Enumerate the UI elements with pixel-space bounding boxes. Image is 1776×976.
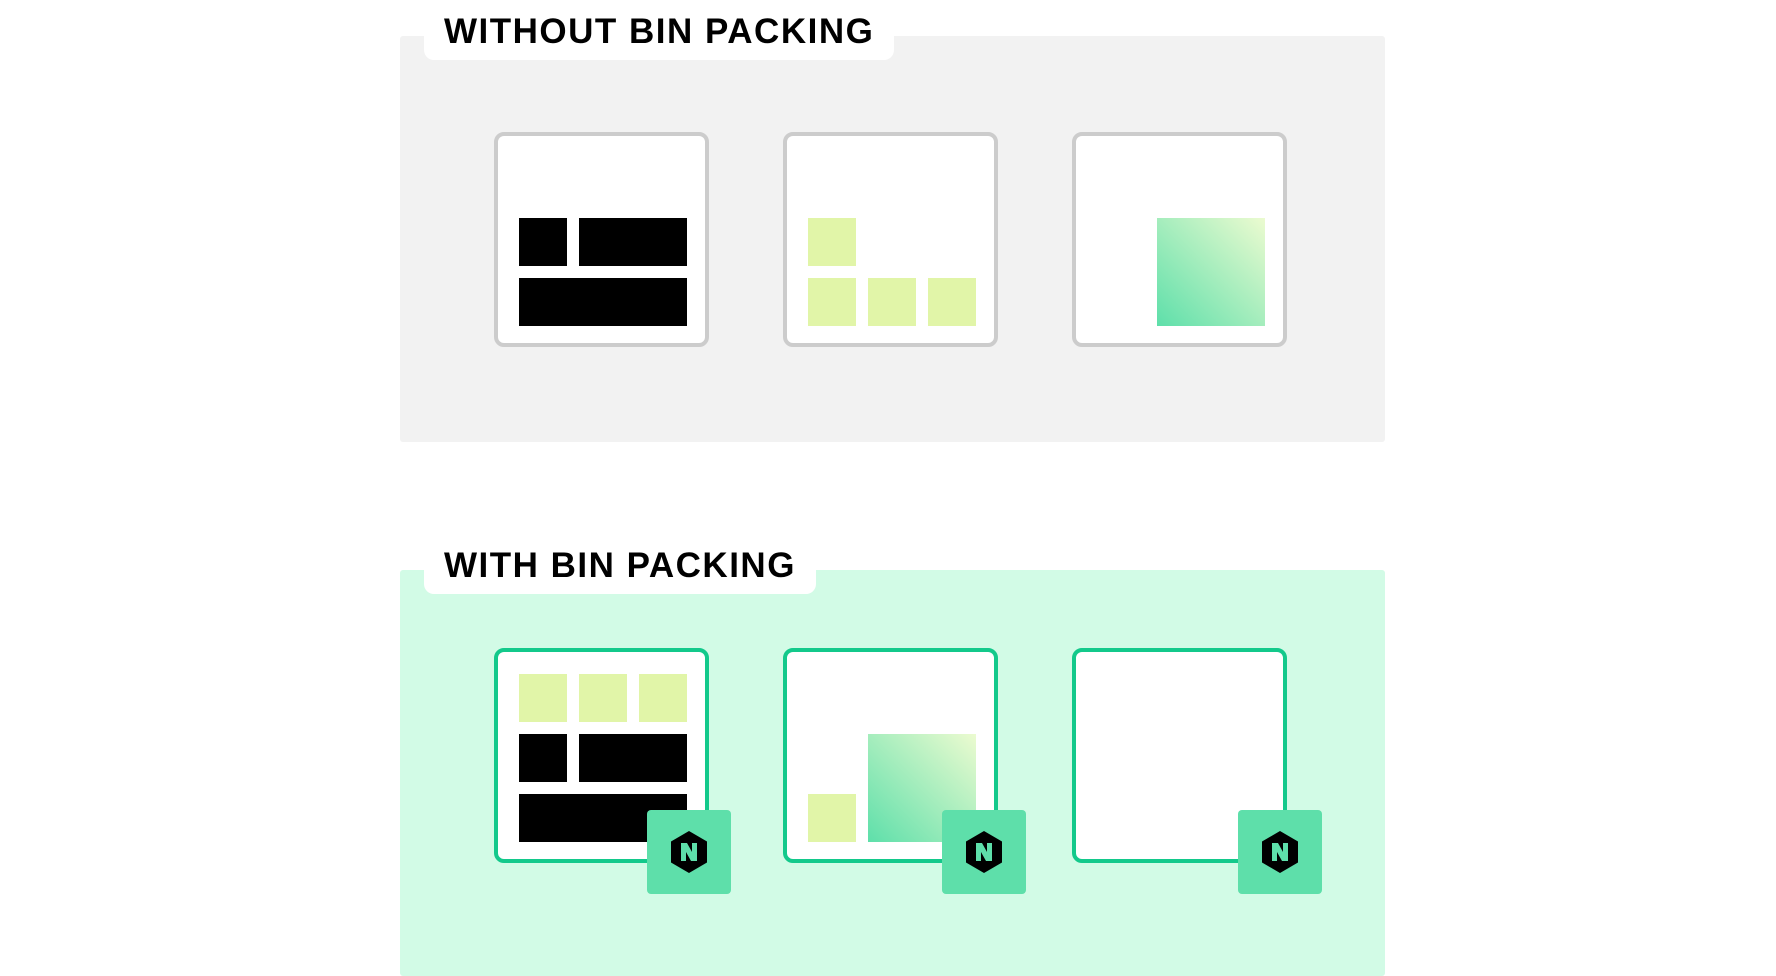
node-2 — [783, 132, 998, 347]
task-block-black — [519, 218, 567, 266]
nomad-logo-icon — [1238, 810, 1322, 894]
node-3 — [1072, 132, 1287, 347]
task-block-lime — [808, 218, 856, 266]
task-block-lime — [639, 674, 687, 722]
task-block-lime — [808, 794, 856, 842]
panel-title-without: WITHOUT BIN PACKING — [424, 0, 895, 60]
without-bin-packing-panel: WITHOUT BIN PACKING — [400, 0, 1385, 442]
task-block-black — [519, 278, 687, 326]
panel-title-with: WITH BIN PACKING — [424, 534, 816, 594]
with-bin-packing-panel: WITH BIN PACKING — [400, 534, 1385, 976]
nomad-logo-icon — [942, 810, 1026, 894]
task-block-black — [579, 734, 687, 782]
task-block-lime — [868, 278, 916, 326]
task-block-lime — [519, 674, 567, 722]
task-block-lime — [928, 278, 976, 326]
task-block-gradient — [1157, 218, 1265, 326]
task-block-black — [579, 218, 687, 266]
node-1 — [494, 132, 709, 347]
nomad-logo-icon — [647, 810, 731, 894]
task-block-lime — [808, 278, 856, 326]
task-block-lime — [579, 674, 627, 722]
task-block-black — [519, 734, 567, 782]
